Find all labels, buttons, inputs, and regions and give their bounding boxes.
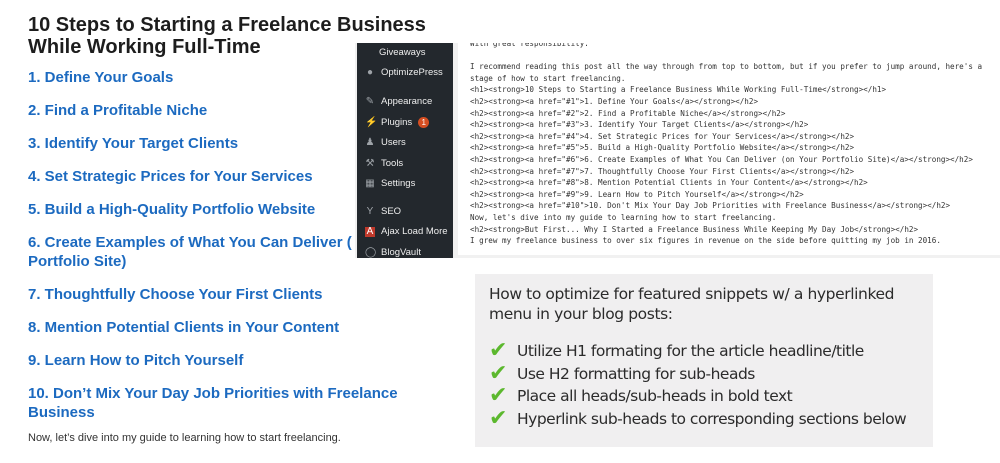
optimizepress-icon: ● (366, 66, 374, 78)
sidebar-item-optimizepress[interactable]: ● OptimizePress (365, 67, 443, 78)
tips-list: ✔ Utilize H1 formating for the article he… (489, 340, 933, 430)
plugins-update-badge: 1 (418, 117, 430, 128)
editor-line: With great responsibility. (470, 43, 589, 48)
sidebar-item-giveaways[interactable]: Giveaways (379, 47, 425, 58)
checkmark-icon: ✔ (489, 405, 507, 431)
toc-link-10[interactable]: 10. Don’t Mix Your Day Job Priorities wi… (28, 384, 408, 422)
sidebar-item-tools[interactable]: ⚒ Tools (365, 157, 404, 169)
toc-link-6[interactable]: 6. Create Examples of What You Can Deliv… (28, 233, 358, 271)
editor-line: <h2><strong><a href="#1">1. Define Your … (470, 96, 759, 106)
editor-line: <h2><strong><a href="#8">8. Mention Pote… (470, 178, 868, 188)
editor-line: <h2><strong><a href="#3">3. Identify You… (470, 120, 809, 130)
editor-content: With great responsibility. I recommend r… (470, 43, 1000, 247)
sidebar-item-appearance[interactable]: ✎ Appearance (365, 96, 432, 107)
plugin-icon: ⚡ (365, 116, 378, 128)
editor-line: <h1><strong>10 Steps to Starting a Freel… (470, 85, 887, 95)
tip-item: ✔ Use H2 formatting for sub-heads (489, 360, 755, 386)
ajax-icon: A (365, 225, 375, 237)
editor-line: <h2><strong><a href="#4">4. Set Strategi… (470, 131, 855, 141)
editor-line: <h2><strong><a href="#6">6. Create Examp… (470, 154, 973, 164)
text-editor[interactable]: With great responsibility. I recommend r… (458, 43, 1000, 255)
toc-link-8[interactable]: 8. Mention Potential Clients in Your Con… (28, 318, 448, 337)
wrench-icon: ⚒ (365, 157, 375, 169)
checkmark-icon: ✔ (489, 338, 507, 364)
editor-line: <h2><strong><a href="#2">2. Find a Profi… (470, 108, 786, 118)
sidebar-item-seo[interactable]: Y SEO (365, 206, 401, 217)
sidebar-item-users[interactable]: ♟ Users (365, 137, 406, 148)
settings-icon: ▦ (365, 177, 375, 189)
tips-heading: How to optimize for featured snippets w/… (489, 285, 895, 323)
toc-link-9[interactable]: 9. Learn How to Pitch Yourself (28, 351, 448, 370)
editor-line: I grew my freelance business to over six… (470, 236, 941, 246)
tip-item: ✔ Utilize H1 formating for the article he… (489, 338, 864, 364)
sidebar-item-plugins[interactable]: ⚡ Plugins 1 (365, 116, 430, 128)
checkmark-icon: ✔ (489, 360, 507, 386)
editor-line: <h2><strong><a href="#9">9. Learn How to… (470, 189, 804, 199)
editor-line: I recommend reading this post all the wa… (470, 62, 983, 72)
editor-line: <h2><strong>But First... Why I Started a… (470, 224, 919, 234)
sidebar-item-ajax-load-more[interactable]: A Ajax Load More (365, 226, 448, 237)
editor-line: <h2><strong><a href="#5">5. Build a High… (470, 143, 855, 153)
tip-item: ✔ Place all heads/sub-heads in bold text (489, 383, 793, 409)
editor-line: stage of how to start freelancing. (470, 73, 626, 83)
yoast-icon: Y (366, 205, 374, 217)
sidebar-item-settings[interactable]: ▦ Settings (365, 178, 415, 189)
editor-line: <h2><strong><a href="#10">10. Don't Mix … (470, 201, 951, 211)
editor-line: Now, let's dive into my guide to learnin… (470, 212, 777, 222)
intro-text: Now, let’s dive into my guide to learnin… (28, 432, 341, 444)
tips-box: How to optimize for featured snippets w/… (475, 274, 933, 447)
checkmark-icon: ✔ (489, 383, 507, 409)
user-icon: ♟ (365, 136, 375, 148)
tip-item: ✔ Hyperlink sub-heads to corresponding se… (489, 405, 907, 431)
editor-line: <h2><strong><a href="#7">7. Thoughtfully… (470, 166, 855, 176)
blogvault-icon: ◯ (365, 246, 377, 258)
brush-icon: ✎ (365, 95, 375, 107)
wp-admin-sidebar: Giveaways ● OptimizePress ✎ Appearance ⚡ Pl… (357, 43, 453, 258)
toc-link-7[interactable]: 7. Thoughtfully Choose Your First Client… (28, 285, 448, 304)
wordpress-editor-screenshot: Giveaways ● OptimizePress ✎ Appearance ⚡ Pl… (355, 43, 1000, 258)
sidebar-item-blogvault[interactable]: ◯ BlogVault (365, 247, 421, 258)
